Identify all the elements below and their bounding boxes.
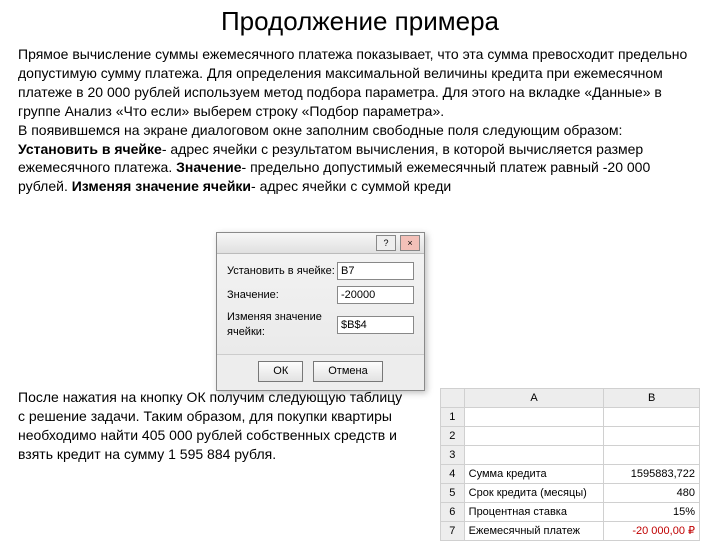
to-value-label: Значение: — [227, 288, 337, 303]
cancel-button[interactable]: Отмена — [313, 361, 382, 382]
label-changing-cell: Изменяя значение ячейки — [72, 178, 251, 194]
cell-a5[interactable]: Срок кредита (месяцы) — [464, 484, 604, 503]
cell-b3[interactable] — [604, 446, 700, 465]
goal-seek-dialog: ? × Установить в ячейке: B7 Значение: -2… — [216, 232, 425, 391]
dialog-body: Установить в ячейке: B7 Значение: -20000… — [217, 254, 424, 354]
row-header-6[interactable]: 6 — [441, 503, 465, 522]
row-header-4[interactable]: 4 — [441, 465, 465, 484]
cell-a3[interactable] — [464, 446, 604, 465]
to-value-input[interactable]: -20000 — [337, 286, 414, 304]
cell-a7[interactable]: Ежемесячный платеж — [464, 522, 604, 541]
ok-button[interactable]: ОК — [258, 361, 303, 382]
cell-b1[interactable] — [604, 408, 700, 427]
intro-text-2: В появившемся на экране диалоговом окне … — [18, 122, 622, 138]
help-icon[interactable]: ? — [376, 235, 396, 251]
set-cell-label: Установить в ячейке: — [227, 264, 337, 279]
cell-a1[interactable] — [464, 408, 604, 427]
cell-a6[interactable]: Процентная ставка — [464, 503, 604, 522]
result-paragraph: После нажатия на кнопку ОК получим следу… — [18, 388, 408, 464]
set-cell-input[interactable]: B7 — [337, 262, 414, 280]
page-title: Продолжение примера — [0, 4, 720, 39]
sheet-corner[interactable] — [441, 389, 465, 408]
row-header-2[interactable]: 2 — [441, 427, 465, 446]
changing-cell-input[interactable]: $B$4 — [337, 316, 414, 334]
label-value: Значение — [176, 159, 241, 175]
cell-b6[interactable]: 15% — [604, 503, 700, 522]
intro-paragraph: Прямое вычисление суммы ежемесячного пла… — [0, 45, 720, 196]
col-header-a[interactable]: A — [464, 389, 604, 408]
row-header-5[interactable]: 5 — [441, 484, 465, 503]
desc-changing-cell: - адрес ячейки с суммой креди — [251, 178, 451, 194]
cell-a4[interactable]: Сумма кредита — [464, 465, 604, 484]
row-header-1[interactable]: 1 — [441, 408, 465, 427]
intro-text-1: Прямое вычисление суммы ежемесячного пла… — [18, 46, 687, 119]
col-header-b[interactable]: B — [604, 389, 700, 408]
cell-a2[interactable] — [464, 427, 604, 446]
label-set-cell: Установить в ячейке — [18, 141, 162, 157]
changing-cell-label: Изменяя значение ячейки: — [227, 310, 337, 340]
close-icon[interactable]: × — [400, 235, 420, 251]
cell-b5[interactable]: 480 — [604, 484, 700, 503]
dialog-titlebar: ? × — [217, 233, 424, 254]
cell-b7[interactable]: -20 000,00 ₽ — [604, 522, 700, 541]
cell-b2[interactable] — [604, 427, 700, 446]
cell-b4[interactable]: 1595883,722 — [604, 465, 700, 484]
result-spreadsheet: A B 1 2 3 4 Сумма кредита 1595883,722 5 … — [440, 388, 700, 541]
row-header-7[interactable]: 7 — [441, 522, 465, 541]
dialog-button-row: ОК Отмена — [217, 354, 424, 390]
row-header-3[interactable]: 3 — [441, 446, 465, 465]
